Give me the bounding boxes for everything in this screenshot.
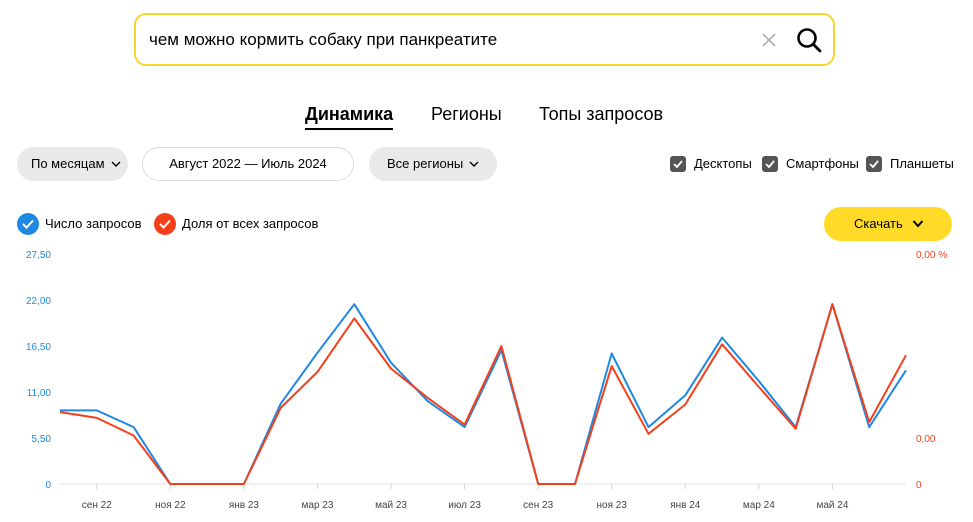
region-label: Все регионы [387,156,464,171]
x-tick-label: мар 23 [302,500,334,511]
chevron-down-icon [111,161,121,167]
x-tick-label: мар 24 [743,500,775,511]
checkbox-desktops[interactable]: Десктопы [670,155,756,173]
date-range-label: Август 2022 — Июль 2024 [169,156,327,171]
checkbox-icon [866,156,882,172]
checkbox-icon [762,156,778,172]
y-left-tick-label: 22,00 [26,296,51,307]
region-dropdown[interactable]: Все регионы [369,147,497,181]
y-left-tick-label: 16,50 [26,342,51,353]
checkbox-icon [670,156,686,172]
tab-regions[interactable]: Регионы [431,104,502,125]
legend-share[interactable]: Доля от всех запросов [154,212,320,236]
chevron-down-icon [912,220,924,228]
x-tick-label: сен 22 [82,500,112,511]
search-input[interactable]: чем можно кормить собаку при панкреатите [149,30,497,50]
search-icon[interactable] [795,26,823,54]
checkbox-label: Смартфоны [786,156,859,171]
legend-label: Доля от всех запросов [182,216,319,231]
x-tick-label: июл 23 [448,500,481,511]
clear-icon[interactable] [758,29,780,51]
legend-label: Число запросов [45,216,142,231]
download-label: Скачать [854,216,903,231]
x-tick-label: ноя 23 [597,500,628,511]
y-right-tick-label: 0,00 % [916,250,947,261]
download-button[interactable]: Скачать [824,207,952,241]
search-box[interactable]: чем можно кормить собаку при панкреатите [134,13,835,66]
x-tick-label: янв 24 [670,500,701,511]
series-line-query-count [60,303,907,485]
x-tick-label: сен 23 [523,500,553,511]
tabs: Динамика Регионы Топы запросов [0,104,973,130]
y-right-tick-label: 0,00 [916,434,936,445]
chevron-down-icon [469,161,479,167]
series-line-share [59,303,907,485]
checkbox-label: Планшеты [890,156,954,171]
checkbox-smartphones[interactable]: Смартфоны [762,155,860,173]
period-dropdown[interactable]: По месяцам [17,147,128,181]
checkbox-label: Десктопы [694,156,752,171]
y-left-tick-label: 27,50 [26,250,51,261]
check-icon [17,213,39,235]
x-tick-label: май 23 [375,500,407,511]
x-tick-label: май 24 [816,500,848,511]
x-tick-label: ноя 22 [155,500,186,511]
period-label: По месяцам [31,156,105,171]
checkbox-tablets[interactable]: Планшеты [866,155,956,173]
date-range-picker[interactable]: Август 2022 — Июль 2024 [142,147,354,181]
tab-dynamics[interactable]: Динамика [305,104,394,130]
y-left-tick-label: 11,00 [27,388,52,399]
x-tick-label: янв 23 [229,500,260,511]
line-chart: 0 5,50 11,00 16,50 22,00 27,50 0 0,00 0,00 % сен … [26,250,947,511]
tab-top-queries[interactable]: Топы запросов [539,104,663,125]
check-icon [154,213,176,235]
y-right-tick-label: 0 [916,480,922,491]
legend-query-count[interactable]: Число запросов [17,212,145,236]
y-left-tick-label: 0 [45,480,51,491]
y-left-tick-label: 5,50 [32,434,52,445]
